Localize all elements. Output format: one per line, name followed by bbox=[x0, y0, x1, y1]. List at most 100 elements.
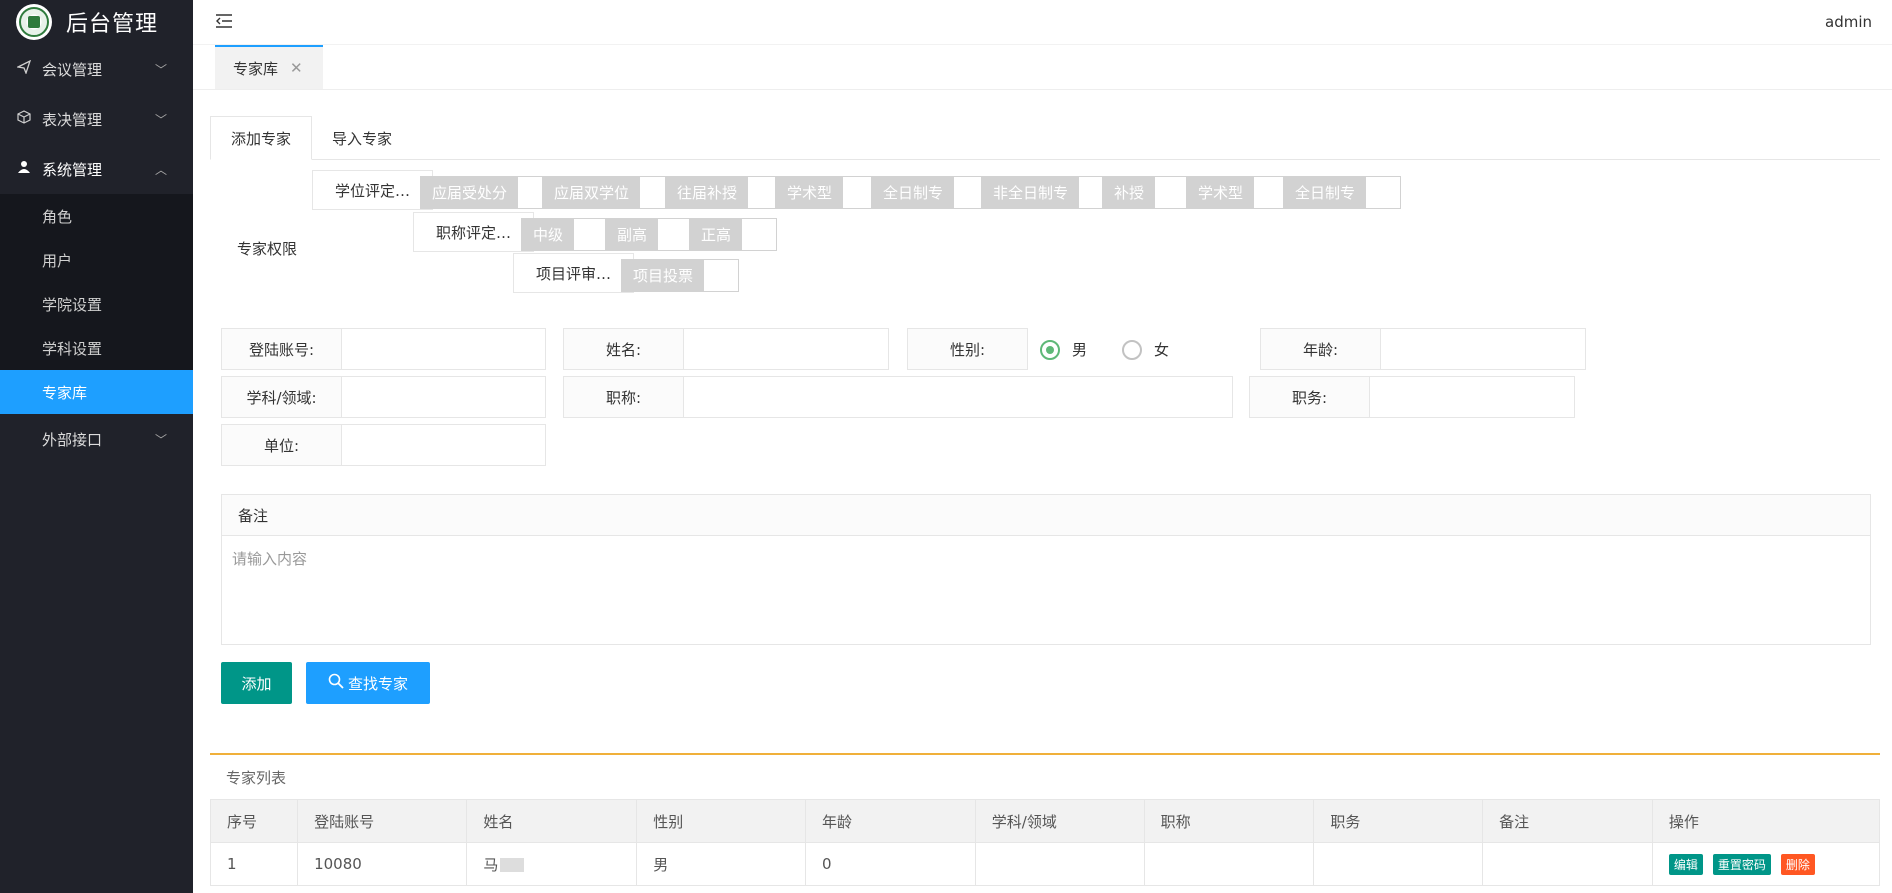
menu-item-voting[interactable]: 表决管理 ﹀ bbox=[0, 94, 193, 144]
menu-label: 系统管理 bbox=[42, 160, 103, 179]
menu-label: 表决管理 bbox=[42, 110, 103, 129]
group-degree[interactable]: 学位评定… bbox=[312, 170, 433, 210]
switch-row1-1[interactable]: 应届受处分 bbox=[420, 176, 554, 209]
switch-row3-1[interactable]: 项目投票 bbox=[621, 259, 740, 292]
switch-row2-3[interactable]: 正高 bbox=[689, 218, 778, 251]
cell-ops: 编辑 重置密码 删除 bbox=[1651, 842, 1881, 886]
col-duty[interactable]: 职务 bbox=[1313, 799, 1484, 843]
col-account[interactable]: 登陆账号 bbox=[297, 799, 468, 843]
group-project[interactable]: 项目评审… bbox=[513, 253, 634, 293]
send-icon bbox=[15, 59, 32, 78]
radio-checked-icon bbox=[1040, 339, 1060, 360]
menu-item-system[interactable]: 系统管理 ︿ bbox=[0, 144, 193, 194]
login-input[interactable] bbox=[341, 328, 546, 370]
gender-female-radio[interactable]: 女 bbox=[1122, 339, 1169, 360]
table-header: 序号 登陆账号 姓名 性别 年龄 学科/领域 职称 职务 备注 操作 bbox=[209, 799, 1881, 843]
school-logo bbox=[16, 4, 52, 40]
page-tab-strip: 专家库 ✕ bbox=[193, 45, 1892, 90]
switch-row1-8[interactable]: 学术型 bbox=[1186, 176, 1290, 209]
submenu-item-college[interactable]: 学院设置 bbox=[0, 282, 193, 326]
cell-age: 0 bbox=[805, 842, 976, 886]
col-remark[interactable]: 备注 bbox=[1482, 799, 1653, 843]
switch-row1-2[interactable]: 应届双学位 bbox=[542, 176, 676, 209]
age-input[interactable] bbox=[1380, 328, 1586, 370]
group-title[interactable]: 职称评定… bbox=[413, 212, 534, 252]
title-input[interactable] bbox=[683, 376, 1233, 418]
chevron-down-icon: ﹀ bbox=[154, 112, 167, 127]
name-input[interactable] bbox=[683, 328, 889, 370]
subject-label: 学科/领域: bbox=[221, 376, 342, 418]
remark-box: 备注 请输入内容 bbox=[221, 494, 1871, 645]
list-title: 专家列表 bbox=[226, 768, 287, 787]
form-row-1: 登陆账号: 姓名: 性别: 男 女 年龄: bbox=[210, 328, 1880, 376]
col-age[interactable]: 年龄 bbox=[805, 799, 976, 843]
chevron-down-icon: ﹀ bbox=[154, 62, 167, 77]
sidebar-menu: 会议管理 ﹀ 表决管理 ﹀ 系统管理 ︿ 角色 用户 学院设置 学科设置 专家库 bbox=[0, 44, 193, 464]
col-gender[interactable]: 性别 bbox=[636, 799, 807, 843]
submenu-system: 角色 用户 学院设置 学科设置 专家库 bbox=[0, 194, 193, 414]
permissions-label: 专家权限 bbox=[237, 240, 298, 258]
delete-button[interactable]: 删除 bbox=[1780, 853, 1815, 875]
col-subject[interactable]: 学科/领域 bbox=[974, 799, 1145, 843]
gender-label: 性别: bbox=[907, 328, 1028, 370]
switch-row2-1[interactable]: 中级 bbox=[521, 218, 610, 251]
permissions-section: 专家权限 学位评定… 职称评定… 项目评审… 应届受处分 应届双学位 往届补授 … bbox=[210, 160, 1880, 328]
unit-label: 单位: bbox=[221, 424, 342, 466]
duty-label: 职务: bbox=[1249, 376, 1370, 418]
reset-password-button[interactable]: 重置密码 bbox=[1712, 853, 1771, 875]
age-label: 年龄: bbox=[1260, 328, 1381, 370]
menu-item-meetings[interactable]: 会议管理 ﹀ bbox=[0, 44, 193, 94]
submenu-item-roles[interactable]: 角色 bbox=[0, 194, 193, 238]
cell-remark bbox=[1482, 842, 1653, 886]
close-icon[interactable]: ✕ bbox=[290, 59, 303, 77]
duty-input[interactable] bbox=[1369, 376, 1575, 418]
switch-row1-7[interactable]: 补授 bbox=[1102, 176, 1191, 209]
switch-row1-5[interactable]: 全日制专 bbox=[871, 176, 990, 209]
submenu-item-experts[interactable]: 专家库 bbox=[0, 370, 193, 414]
chevron-down-icon: ﹀ bbox=[154, 432, 167, 447]
user-icon bbox=[16, 160, 32, 178]
col-name[interactable]: 姓名 bbox=[466, 799, 638, 843]
subtabs: 添加专家 导入专家 bbox=[210, 116, 1880, 160]
remark-label: 备注 bbox=[222, 495, 1870, 536]
add-button[interactable]: 添加 bbox=[221, 662, 292, 704]
switch-row1-9[interactable]: 全日制专 bbox=[1283, 176, 1402, 209]
switch-row2-2[interactable]: 副高 bbox=[605, 218, 694, 251]
remark-textarea[interactable]: 请输入内容 bbox=[222, 536, 1870, 581]
subject-input[interactable] bbox=[341, 376, 546, 418]
submenu-item-users[interactable]: 用户 bbox=[0, 238, 193, 282]
submenu-item-subject[interactable]: 学科设置 bbox=[0, 326, 193, 370]
search-expert-button[interactable]: 查找专家 bbox=[306, 662, 430, 704]
radio-unchecked-icon bbox=[1122, 339, 1142, 360]
app-title: 后台管理 bbox=[66, 12, 159, 37]
expert-list: 专家列表 序号 登陆账号 姓名 性别 年龄 学科/领域 职称 职务 备注 操作 … bbox=[209, 753, 1881, 886]
switch-row1-4[interactable]: 学术型 bbox=[775, 176, 879, 209]
title-label: 职称: bbox=[563, 376, 684, 418]
switch-row1-6[interactable]: 非全日制专 bbox=[981, 176, 1115, 209]
name-label: 姓名: bbox=[563, 328, 684, 370]
tab-import-expert[interactable]: 导入专家 bbox=[312, 116, 412, 160]
unit-input[interactable] bbox=[341, 424, 546, 466]
tab-experts[interactable]: 专家库 ✕ bbox=[215, 45, 323, 89]
chevron-up-icon: ︿ bbox=[154, 162, 167, 177]
menu-toggle-icon[interactable] bbox=[215, 10, 233, 34]
cell-duty bbox=[1313, 842, 1484, 886]
edit-button[interactable]: 编辑 bbox=[1668, 853, 1703, 875]
menu-item-external[interactable]: 外部接口 ﹀ bbox=[0, 414, 193, 464]
current-user[interactable]: admin bbox=[1825, 13, 1872, 31]
cell-title bbox=[1143, 842, 1315, 886]
form-row-3: 单位: bbox=[210, 424, 1880, 472]
tab-add-expert[interactable]: 添加专家 bbox=[210, 116, 313, 160]
cube-icon bbox=[16, 110, 32, 128]
tab-label: 专家库 bbox=[233, 59, 279, 78]
col-ops: 操作 bbox=[1651, 799, 1881, 843]
cell-gender: 男 bbox=[636, 842, 807, 886]
gender-male-radio[interactable]: 男 bbox=[1040, 339, 1087, 360]
switch-row1-3[interactable]: 往届补授 bbox=[665, 176, 784, 209]
col-title[interactable]: 职称 bbox=[1143, 799, 1315, 843]
menu-label: 会议管理 bbox=[42, 60, 103, 79]
menu-label: 外部接口 bbox=[42, 430, 103, 449]
col-no[interactable]: 序号 bbox=[209, 799, 299, 843]
cell-account: 10080 bbox=[297, 842, 468, 886]
redacted-mask bbox=[500, 858, 525, 872]
